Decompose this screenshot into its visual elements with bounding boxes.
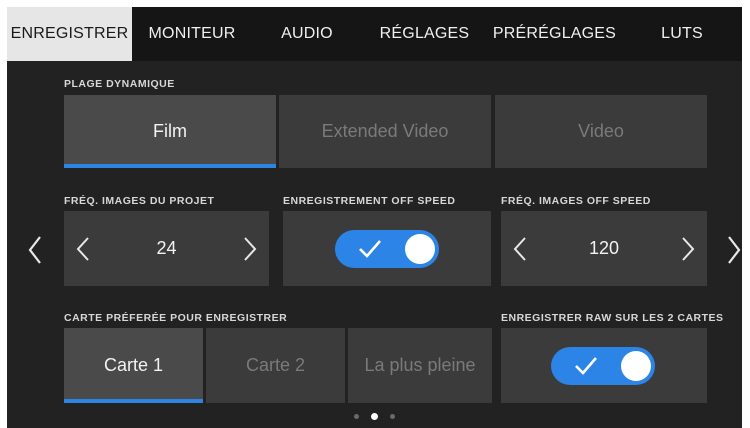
page-indicator <box>7 413 742 420</box>
toggle-knob <box>621 351 651 381</box>
card-1-label: Carte 1 <box>103 355 164 375</box>
off-speed-label: ENREGISTREMENT OFF SPEED <box>283 195 456 207</box>
dynamic-range-film-button[interactable]: Film <box>64 95 276 168</box>
checkmark-icon <box>359 240 381 258</box>
selected-indicator <box>64 164 276 168</box>
card-1-button[interactable]: Carte 1 <box>64 328 203 403</box>
fullest-card-label: La plus pleine <box>364 355 476 375</box>
off-speed-fps-value: 120 <box>588 238 620 258</box>
raw-both-cards-label: ENREGISTRER RAW SUR LES 2 CARTES <box>501 312 724 324</box>
page-dot[interactable] <box>390 414 395 419</box>
card-2-button[interactable]: Carte 2 <box>206 328 345 403</box>
tab-prereglages[interactable]: PRÉRÉGLAGES <box>487 7 622 61</box>
page-dot[interactable] <box>354 414 359 419</box>
dynamic-range-film-label: Film <box>153 121 187 141</box>
tab-audio[interactable]: AUDIO <box>252 7 362 61</box>
camera-menu-screen: ENREGISTRER MONITEUR AUDIO RÉGLAGES PRÉR… <box>7 7 742 428</box>
raw-both-cards-tile <box>501 328 707 403</box>
selected-indicator <box>64 399 203 403</box>
page-next-chevron-right-icon[interactable] <box>726 235 742 265</box>
tab-enregistrer[interactable]: ENREGISTRER <box>7 7 132 61</box>
tab-moniteur[interactable]: MONITEUR <box>132 7 252 61</box>
dynamic-range-extended-video-label: Extended Video <box>321 121 449 141</box>
off-speed-fps-stepper: 120 <box>501 211 707 286</box>
off-speed-fps-increase-chevron-right-icon[interactable] <box>681 236 695 262</box>
off-speed-fps-label: FRÉQ. IMAGES OFF SPEED <box>501 195 651 207</box>
project-fps-label: FRÉQ. IMAGES DU PROJET <box>64 195 215 207</box>
tab-luts[interactable]: LUTS <box>622 7 742 61</box>
dynamic-range-label: PLAGE DYNAMIQUE <box>64 78 175 90</box>
tab-bar: ENREGISTRER MONITEUR AUDIO RÉGLAGES PRÉR… <box>7 7 742 61</box>
dynamic-range-extended-video-button[interactable]: Extended Video <box>279 95 491 168</box>
off-speed-tile <box>283 211 491 286</box>
page-previous-chevron-left-icon[interactable] <box>27 235 43 265</box>
project-fps-increase-chevron-right-icon[interactable] <box>243 236 257 262</box>
fullest-card-button[interactable]: La plus pleine <box>348 328 492 403</box>
toggle-knob <box>405 234 435 264</box>
dynamic-range-video-button[interactable]: Video <box>495 95 707 168</box>
preferred-card-label: CARTE PRÉFERÉE POUR ENREGISTRER <box>64 312 288 324</box>
checkmark-icon <box>575 357 597 375</box>
dynamic-range-video-label: Video <box>578 121 624 141</box>
tab-reglages[interactable]: RÉGLAGES <box>362 7 487 61</box>
project-fps-value: 24 <box>156 238 177 258</box>
off-speed-toggle[interactable] <box>335 230 439 268</box>
page-dot-current[interactable] <box>371 413 378 420</box>
raw-both-cards-toggle[interactable] <box>551 347 655 385</box>
project-fps-stepper: 24 <box>64 211 269 286</box>
card-2-label: Carte 2 <box>245 355 306 375</box>
